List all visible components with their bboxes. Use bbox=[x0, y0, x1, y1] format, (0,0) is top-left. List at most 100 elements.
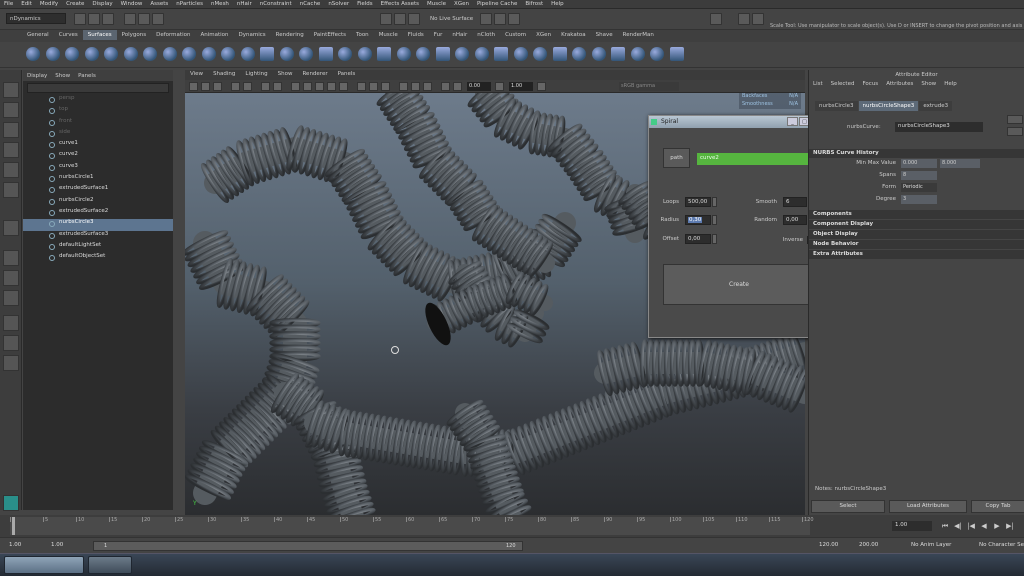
cylinder-icon[interactable] bbox=[65, 47, 79, 61]
spiral-window-titlebar[interactable]: Spiral _ □ ✕ bbox=[649, 116, 829, 128]
select-button[interactable]: Select bbox=[811, 500, 885, 513]
birail-icon[interactable] bbox=[338, 47, 352, 61]
new-scene-icon[interactable] bbox=[74, 13, 86, 25]
bevel-icon[interactable] bbox=[396, 47, 411, 61]
character-set-dropdown[interactable]: No Character Set bbox=[976, 541, 1024, 551]
shadows-icon[interactable] bbox=[357, 82, 366, 91]
textured-icon[interactable] bbox=[327, 82, 336, 91]
outliner-item-nurbscircle2[interactable]: nurbsCircle2 bbox=[23, 197, 173, 208]
shelf-tab-muscle[interactable]: Muscle bbox=[374, 30, 403, 40]
intersect-icon[interactable] bbox=[416, 47, 430, 61]
load-attributes-button[interactable]: Load Attributes bbox=[889, 500, 967, 513]
menu-create[interactable]: Create bbox=[62, 0, 88, 7]
shelf-tab-polygons[interactable]: Polygons bbox=[117, 30, 151, 40]
section-node-behavior[interactable]: Node Behavior bbox=[809, 240, 1024, 249]
ae-menu-selected[interactable]: Selected bbox=[827, 80, 859, 88]
gamma-field[interactable]: 1.00 bbox=[509, 82, 533, 91]
outliner-item-nurbscircle1[interactable]: nurbsCircle1 bbox=[23, 174, 173, 185]
depth-of-field-icon[interactable] bbox=[441, 82, 450, 91]
play-forward-icon[interactable]: ▶ bbox=[992, 521, 1002, 531]
paint-select-icon[interactable] bbox=[3, 122, 19, 138]
hypershade-layout-icon[interactable] bbox=[3, 355, 19, 371]
outliner-item-curve1[interactable]: curve1 bbox=[23, 140, 173, 151]
cube-icon[interactable] bbox=[45, 47, 60, 61]
step-back-icon[interactable]: ◀| bbox=[953, 521, 963, 531]
menu-ncache[interactable]: nCache bbox=[296, 0, 325, 7]
outliner-item-persp[interactable]: persp bbox=[23, 95, 173, 106]
ae-menu-show[interactable]: Show bbox=[917, 80, 940, 88]
smooth-field[interactable]: 6 bbox=[783, 197, 807, 207]
render-icon[interactable] bbox=[494, 13, 506, 25]
menu-file[interactable]: File bbox=[0, 0, 17, 7]
exposure-field[interactable]: 0.00 bbox=[467, 82, 491, 91]
outliner-item-defaultlightset[interactable]: defaultLightSet bbox=[23, 242, 173, 253]
play-backward-icon[interactable]: ◀ bbox=[979, 521, 989, 531]
move-tool-icon[interactable] bbox=[3, 142, 19, 158]
lights-icon[interactable] bbox=[339, 82, 348, 91]
menu-bifrost[interactable]: Bifrost bbox=[521, 0, 547, 7]
planar-icon[interactable] bbox=[299, 47, 313, 61]
shelf-tab-toon[interactable]: Toon bbox=[351, 30, 374, 40]
copy-tab-button[interactable]: Copy Tab bbox=[971, 500, 1024, 513]
shelf-tab-rendering[interactable]: Rendering bbox=[271, 30, 309, 40]
anim-layer-dropdown[interactable]: No Anim Layer bbox=[908, 541, 968, 551]
wireframe-on-shaded-icon[interactable] bbox=[315, 82, 324, 91]
project-icon[interactable] bbox=[435, 47, 450, 61]
shelf-tab-custom[interactable]: Custom bbox=[500, 30, 531, 40]
revolve-icon[interactable] bbox=[260, 47, 274, 61]
degree-field[interactable]: 3 bbox=[901, 195, 937, 204]
four-pane-layout-icon[interactable] bbox=[3, 270, 19, 286]
shelf-tab-animation[interactable]: Animation bbox=[195, 30, 233, 40]
time-slider[interactable]: 1 5 10 15 20 25 30 35 40 45 50 55 60 65 70 75 80 85 90 95 10… bbox=[0, 515, 1024, 537]
outliner-menu-show[interactable]: Show bbox=[55, 73, 70, 79]
select-tool-icon[interactable] bbox=[3, 82, 19, 98]
shelf-tab-fluids[interactable]: Fluids bbox=[403, 30, 429, 40]
shelf-tab-nhair[interactable]: nHair bbox=[447, 30, 472, 40]
resolution-gate-icon[interactable] bbox=[273, 82, 282, 91]
section-component-display[interactable]: Component Display bbox=[809, 220, 1024, 229]
ae-menu-help[interactable]: Help bbox=[940, 80, 961, 88]
shelf-tab-general[interactable]: General bbox=[22, 30, 54, 40]
outliner-item-extrudedsurface2[interactable]: extrudedSurface2 bbox=[23, 208, 173, 219]
menu-help[interactable]: Help bbox=[547, 0, 568, 7]
motion-blur-icon[interactable] bbox=[411, 82, 420, 91]
attach-icon[interactable] bbox=[494, 47, 508, 61]
scale-tool-icon[interactable] bbox=[3, 182, 19, 198]
menu-nconstraint[interactable]: nConstraint bbox=[256, 0, 296, 7]
open-scene-icon[interactable] bbox=[88, 13, 100, 25]
offset-field[interactable]: 0,00 bbox=[685, 234, 711, 244]
menu-nhair[interactable]: nHair bbox=[233, 0, 256, 7]
menu-assets[interactable]: Assets bbox=[146, 0, 172, 7]
smooth-shade-icon[interactable] bbox=[303, 82, 312, 91]
menu-display[interactable]: Display bbox=[88, 0, 116, 7]
antialiasing-icon[interactable] bbox=[423, 82, 432, 91]
ipr-icon[interactable] bbox=[508, 13, 520, 25]
random-field[interactable]: 0,00 bbox=[783, 215, 807, 225]
loops-spinner[interactable] bbox=[712, 197, 717, 207]
end-time-field[interactable]: 200.00 bbox=[856, 541, 896, 551]
cone-icon[interactable] bbox=[84, 47, 99, 61]
show-manipulator-icon[interactable] bbox=[3, 220, 19, 236]
bookmark-icon[interactable] bbox=[213, 82, 222, 91]
circle-icon[interactable] bbox=[143, 47, 157, 61]
history-icon[interactable] bbox=[480, 13, 492, 25]
torus-icon[interactable] bbox=[123, 47, 138, 61]
viewport-menu-panels[interactable]: Panels bbox=[333, 70, 361, 78]
loops-field[interactable]: 500,00 bbox=[685, 197, 711, 207]
menu-pipeline-cache[interactable]: Pipeline Cache bbox=[473, 0, 521, 7]
shelf-tab-xgen[interactable]: XGen bbox=[531, 30, 556, 40]
grid-icon[interactable] bbox=[243, 82, 252, 91]
viewport-menu-renderer[interactable]: Renderer bbox=[297, 70, 332, 78]
ae-tab-nurbscircleshape3[interactable]: nurbsCircleShape3 bbox=[858, 101, 919, 111]
align-icon[interactable] bbox=[533, 47, 547, 61]
shelf-tab-shave[interactable]: Shave bbox=[591, 30, 618, 40]
graph-editor-layout-icon[interactable] bbox=[3, 335, 19, 351]
outliner-item-curve3[interactable]: curve3 bbox=[23, 163, 173, 174]
single-pane-layout-icon[interactable] bbox=[3, 250, 19, 266]
taskbar-maya-button[interactable] bbox=[4, 556, 84, 574]
offset-icon[interactable] bbox=[611, 47, 625, 61]
snap-curve-icon[interactable] bbox=[394, 13, 406, 25]
image-plane-icon[interactable] bbox=[231, 82, 240, 91]
presets-button[interactable] bbox=[1007, 127, 1023, 136]
camera-icon[interactable] bbox=[189, 82, 198, 91]
